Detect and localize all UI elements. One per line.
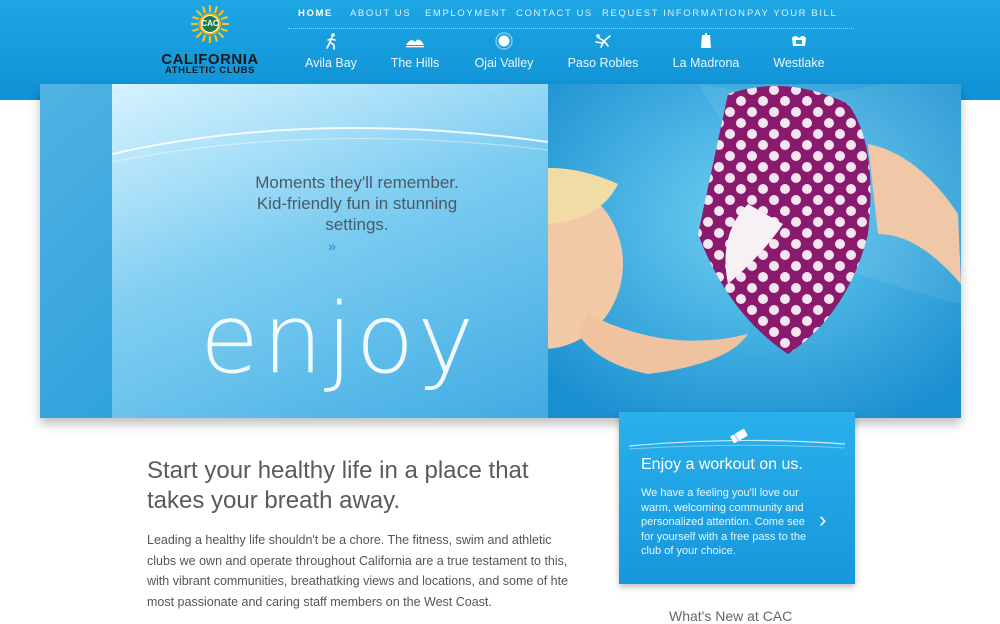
child-swimming-photo <box>548 84 961 418</box>
top-nav: HOME ABOUT US EMPLOYMENT CONTACT US REQU… <box>288 8 854 29</box>
club-ojai-valley[interactable]: Ojai Valley <box>454 32 554 78</box>
promo-title: Enjoy a workout on us. <box>641 456 803 473</box>
building-icon <box>701 33 711 48</box>
club-the-hills[interactable]: The Hills <box>365 32 465 78</box>
club-nav: Avila Bay The Hills Ojai Valley Paso Rob… <box>288 32 854 82</box>
chevron-right-icon[interactable]: › <box>819 508 835 532</box>
nav-employment[interactable]: EMPLOYMENT <box>425 8 508 19</box>
lotus-icon <box>792 36 806 46</box>
brand-logo[interactable]: CAC CALIFORNIA ATHLETIC CLUBS <box>150 4 270 76</box>
hero-word: enjoy <box>200 283 478 395</box>
nav-pay-your-bill[interactable]: PAY YOUR BILL <box>747 8 837 19</box>
club-westlake[interactable]: Westlake <box>749 32 849 78</box>
gymnast-icon <box>595 34 611 48</box>
hero-tagline-line-2: Kid-friendly fun in stunning <box>256 194 458 213</box>
club-label: The Hills <box>390 56 440 70</box>
main-headline: Start your healthy life in a place that … <box>147 457 529 514</box>
nav-about-us[interactable]: ABOUT US <box>350 8 411 19</box>
ticket-icon <box>730 428 748 444</box>
club-paso-robles[interactable]: Paso Robles <box>553 32 653 78</box>
light-streak-graphic <box>112 127 548 163</box>
club-label: La Madrona <box>672 56 740 70</box>
logo-monogram: CAC <box>201 19 219 28</box>
hero-left-band <box>40 84 112 418</box>
club-label: Ojai Valley <box>474 56 534 70</box>
news-heading: What's New at CAC <box>669 608 793 624</box>
hero-banner[interactable]: Moments they'll remember. Kid-friendly f… <box>40 84 961 418</box>
hero-tagline-line-1: Moments they'll remember. <box>255 173 459 192</box>
sun-icon <box>495 32 513 50</box>
nav-home[interactable]: HOME <box>298 8 333 19</box>
club-la-madrona[interactable]: La Madrona <box>656 32 756 78</box>
club-label: Paso Robles <box>567 56 639 70</box>
hero-tagline-line-3: settings. <box>325 215 389 234</box>
free-pass-promo[interactable]: Enjoy a workout on us. We have a feeling… <box>619 412 855 584</box>
hero-more-link[interactable]: » <box>322 238 342 254</box>
main-body-text: Leading a healthy life shouldn't be a ch… <box>147 533 569 609</box>
hero-tagline: Moments they'll remember. Kid-friendly f… <box>212 172 502 235</box>
club-label: Westlake <box>773 56 825 70</box>
promo-text: We have a feeling you'll love our warm, … <box>641 487 807 557</box>
runner-icon <box>326 33 336 50</box>
nav-request-information[interactable]: REQUEST INFORMATION <box>602 8 747 19</box>
hills-icon <box>406 39 424 48</box>
nav-contact-us[interactable]: CONTACT US <box>516 8 593 19</box>
logo-line-2: ATHLETIC CLUBS <box>164 65 256 76</box>
